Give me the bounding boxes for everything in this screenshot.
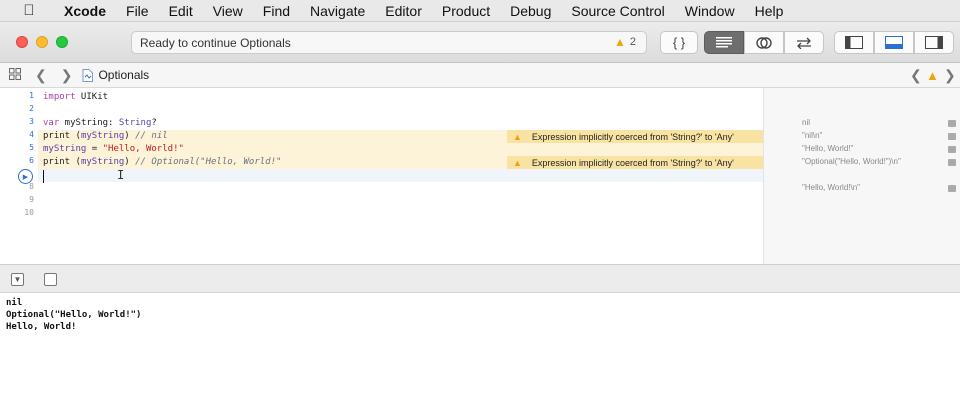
result-value: "Hello, World!" (802, 144, 854, 153)
menu-help[interactable]: Help (745, 3, 794, 19)
file-breadcrumb[interactable]: Optionals (82, 68, 149, 82)
menu-debug[interactable]: Debug (500, 3, 561, 19)
version-editor-button[interactable] (784, 31, 824, 54)
code-line-6: print (myString) // Optional("Hello, Wor… (43, 157, 282, 167)
warning-icon: ▲ (513, 131, 522, 142)
library-button[interactable]: { } (660, 31, 698, 54)
line-number: 2 (29, 104, 34, 113)
menu-window[interactable]: Window (675, 3, 745, 19)
play-icon: ▶ (22, 173, 29, 181)
menu-navigate[interactable]: Navigate (300, 3, 375, 19)
toggle-debug-area-button[interactable] (874, 31, 914, 54)
code-line-5: myString = "Hello, World!" (43, 144, 184, 154)
quick-look-icon[interactable] (948, 185, 956, 192)
minimize-window-button[interactable] (36, 36, 48, 48)
related-items-icon[interactable] (9, 67, 21, 83)
inspector-icon (925, 36, 943, 49)
jump-bar: ❮ ❯ Optionals ❮ ▲ ❯ (0, 63, 960, 88)
line-number: 1 (29, 91, 34, 100)
warning-icon: ▲ (513, 157, 522, 168)
console-line: Optional("Hello, World!") (6, 310, 142, 320)
console-line: Hello, World! (6, 322, 77, 332)
menu-editor[interactable]: Editor (375, 3, 432, 19)
apple-icon[interactable]:  (18, 2, 40, 19)
window-toolbar: Ready to continue Optionals ▲ 2 { } (0, 22, 960, 63)
result-value: "nil\n" (802, 131, 823, 140)
run-to-line-button[interactable]: ▶ (18, 169, 33, 184)
line-number: 5 (29, 143, 34, 152)
lines-icon (716, 37, 732, 48)
warning-issue-badge[interactable]: ▲ Expression implicitly coerced from 'St… (507, 130, 763, 143)
warning-icon: ▲ (613, 35, 626, 49)
console-output[interactable]: nil Optional("Hello, World!") Hello, Wor… (0, 293, 960, 408)
status-text: Ready to continue Optionals (140, 35, 291, 50)
i-beam-pointer-icon: I (117, 168, 125, 182)
collapse-icon: ▼ (13, 275, 22, 284)
line-number: 9 (29, 195, 34, 204)
quick-look-icon[interactable] (948, 120, 956, 127)
code-line-3: var myString: String? (43, 118, 157, 128)
text-cursor (43, 170, 44, 183)
menu-xcode[interactable]: Xcode (48, 3, 116, 19)
menu-file[interactable]: File (116, 3, 159, 19)
previous-issue-chevron-icon[interactable]: ❮ (910, 67, 922, 84)
line-number: 4 (29, 130, 34, 139)
menu-source-control[interactable]: Source Control (561, 3, 674, 19)
console-toggle-button[interactable] (44, 273, 57, 286)
line-number: 10 (24, 208, 34, 217)
issue-warning-icon[interactable]: ▲ (926, 68, 939, 83)
warning-indicator[interactable]: ▲ 2 (614, 35, 636, 49)
line-number: 3 (29, 117, 34, 126)
line-number: 8 (29, 182, 34, 191)
debug-area-icon (885, 36, 903, 49)
toggle-inspector-button[interactable] (914, 31, 954, 54)
console-line: nil (6, 298, 23, 308)
result-value: "Hello, World!\n" (802, 183, 860, 192)
toggle-navigator-button[interactable] (834, 31, 874, 54)
menu-view[interactable]: View (203, 3, 253, 19)
arrows-icon (797, 37, 811, 49)
warning-issue-badge[interactable]: ▲ Expression implicitly coerced from 'St… (507, 156, 763, 169)
code-line-4: print (myString) // nil (43, 131, 168, 141)
assistant-editor-button[interactable] (744, 31, 784, 54)
quick-look-icon[interactable] (948, 159, 956, 166)
debug-bar: ▼ (0, 264, 960, 293)
result-value: nil (802, 118, 811, 127)
quick-look-icon[interactable] (948, 133, 956, 140)
next-issue-chevron-icon[interactable]: ❯ (944, 67, 956, 84)
overlap-icon (756, 36, 772, 49)
result-value: "Optional("Hello, World!")\n" (802, 157, 901, 166)
menu-edit[interactable]: Edit (159, 3, 203, 19)
navigator-icon (845, 36, 863, 49)
forward-chevron-icon[interactable]: ❯ (61, 67, 73, 84)
quick-look-icon[interactable] (948, 146, 956, 153)
results-sidebar: nil "nil\n" "Hello, World!" "Optional("H… (763, 88, 960, 264)
warning-count: 2 (629, 36, 636, 48)
menu-product[interactable]: Product (432, 3, 500, 19)
issue-message: Expression implicitly coerced from 'Stri… (531, 157, 734, 168)
close-window-button[interactable] (16, 36, 28, 48)
code-line-1: import UIKit (43, 92, 109, 102)
zoom-window-button[interactable] (56, 36, 68, 48)
standard-editor-button[interactable] (704, 31, 744, 54)
line-number: 6 (29, 156, 34, 165)
current-line-highlight (38, 169, 763, 182)
back-chevron-icon[interactable]: ❮ (35, 67, 47, 84)
file-name: Optionals (98, 68, 150, 82)
menu-bar:  Xcode File Edit View Find Navigate Edi… (0, 0, 960, 22)
menu-find[interactable]: Find (253, 3, 300, 19)
source-editor[interactable]: 1 2 3 4 5 6 8 9 10 ▶ import UIKit var my… (0, 88, 960, 264)
activity-viewer[interactable]: Ready to continue Optionals ▲ 2 (131, 31, 647, 54)
issue-message: Expression implicitly coerced from 'Stri… (531, 131, 734, 142)
hide-debug-area-button[interactable]: ▼ (11, 273, 24, 286)
braces-icon: { } (672, 35, 686, 50)
playground-file-icon (82, 68, 94, 82)
